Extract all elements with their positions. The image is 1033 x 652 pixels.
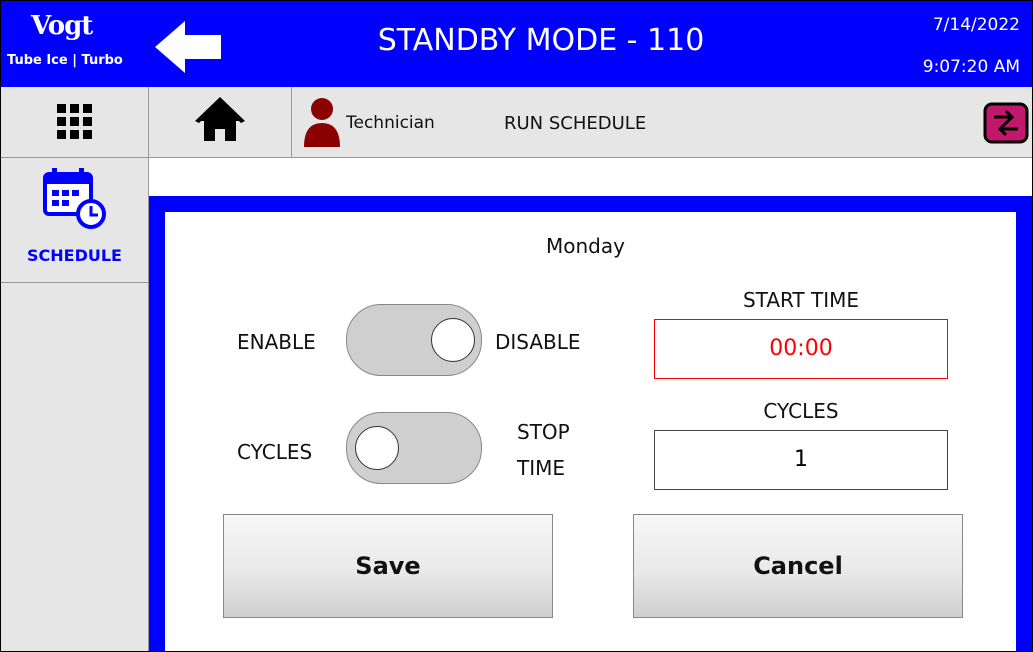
day-label: Monday (546, 234, 625, 258)
logo-brand: Vogt (31, 11, 93, 41)
page-title: STANDBY MODE - 110 (377, 23, 705, 58)
cycles-mode-label: CYCLES (237, 440, 313, 464)
enable-label: ENABLE (237, 330, 316, 354)
grid-menu-icon (57, 104, 92, 139)
cycles-stoptime-toggle[interactable] (346, 412, 482, 484)
cycles-label: CYCLES (763, 399, 839, 423)
menu-button[interactable] (1, 87, 149, 157)
user-icon (304, 98, 340, 147)
disable-label: DISABLE (495, 330, 581, 354)
date-display: 7/14/2022 (932, 15, 1020, 35)
switch-screen-button[interactable] (982, 101, 1030, 145)
hmi-screen: Vogt Tube Ice | Turbo STANDBY MODE - 110… (0, 0, 1033, 652)
sidebar: SCHEDULE (1, 158, 149, 651)
user-role-label: Technician (346, 113, 435, 133)
toggle-knob (431, 318, 475, 362)
user-badge[interactable]: Technician (292, 87, 472, 157)
logo-tagline: Tube Ice | Turbo (7, 53, 123, 68)
vogt-logo: Vogt Tube Ice | Turbo (5, 11, 145, 73)
enable-disable-toggle[interactable] (346, 304, 482, 376)
calendar-clock-icon (43, 168, 106, 229)
sidebar-item-label: SCHEDULE (27, 246, 122, 265)
page-name-label: RUN SCHEDULE (504, 113, 647, 134)
header-bar: Vogt Tube Ice | Turbo STANDBY MODE - 110… (1, 1, 1032, 87)
sidebar-item-schedule[interactable]: SCHEDULE (1, 158, 148, 283)
switch-arrows-icon (983, 102, 1029, 144)
save-button[interactable]: Save (223, 514, 553, 618)
schedule-panel-body: Monday ENABLE DISABLE CYCLES STOP TIME S… (165, 212, 1016, 651)
time-label: TIME (517, 456, 566, 480)
start-time-field[interactable]: 00:00 (654, 319, 948, 379)
cancel-button[interactable]: Cancel (633, 514, 963, 618)
toggle-knob (355, 426, 399, 470)
stop-label: STOP (517, 420, 570, 444)
schedule-panel: Monday ENABLE DISABLE CYCLES STOP TIME S… (149, 196, 1032, 651)
back-arrow-icon (155, 21, 221, 73)
time-display: 9:07:20 AM (922, 57, 1020, 77)
home-button[interactable] (149, 87, 292, 157)
back-button[interactable] (153, 19, 223, 75)
cycles-field[interactable]: 1 (654, 430, 948, 490)
home-icon (195, 97, 245, 141)
start-time-label: START TIME (742, 288, 860, 312)
toolbar: Technician RUN SCHEDULE (1, 87, 1032, 158)
